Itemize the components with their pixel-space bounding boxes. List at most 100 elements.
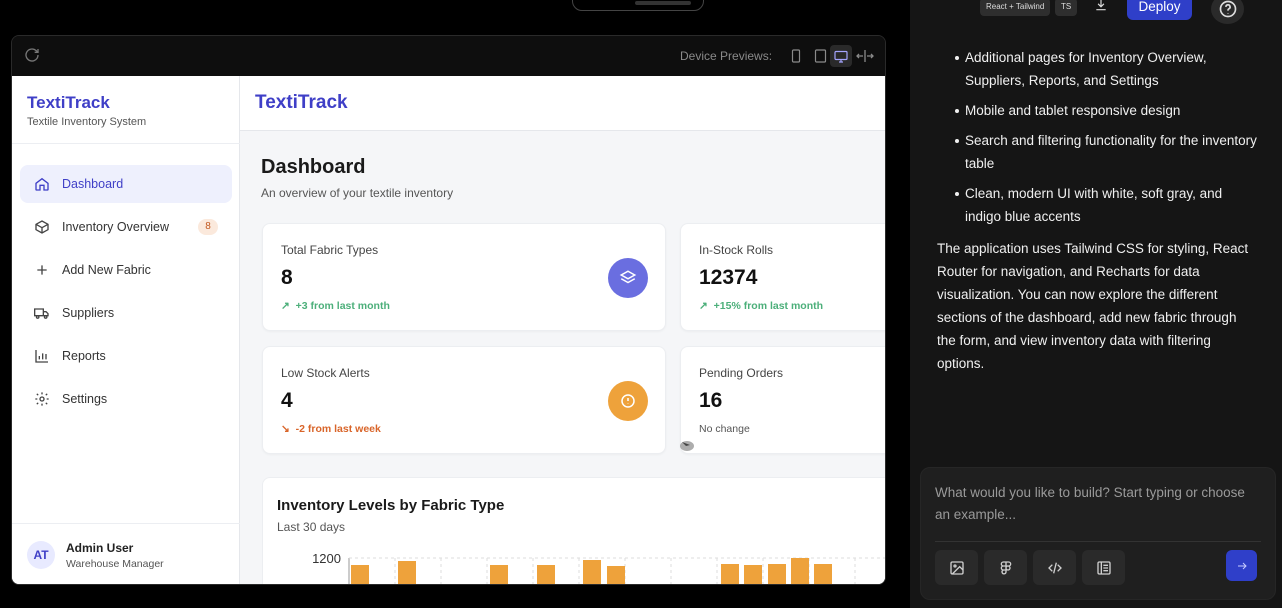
top-bar (0, 0, 910, 14)
main-content: TextiTrack Dashboard An overview of your… (240, 76, 885, 584)
trend-up-icon: ↗ (281, 300, 296, 312)
prompt-composer: What would you like to build? Start typi… (920, 467, 1276, 600)
chart-bar (583, 560, 601, 584)
tablet-icon (814, 49, 826, 63)
chart-bar (791, 558, 809, 584)
card-value: 8 (281, 266, 293, 289)
top-center-pill[interactable] (572, 0, 704, 11)
arrows-horizontal-icon (856, 50, 874, 62)
y-tick-label: 1200 (312, 551, 341, 566)
app-preview: TextiTrack Textile Inventory System Dash… (12, 76, 885, 584)
card-trend: ↗ +15% from last month (699, 300, 824, 312)
app-root: Device Previews: TextiTrack Textile Inve… (0, 0, 1282, 608)
sidebar-item-reports[interactable]: Reports (20, 337, 232, 375)
layout-icon (1096, 560, 1111, 575)
sidebar-brand-subtitle: Textile Inventory System (27, 116, 147, 128)
expand-width-button[interactable] (854, 45, 876, 67)
home-icon (35, 177, 49, 191)
stat-card-low-stock-alerts[interactable]: Low Stock Alerts 4 ↘ -2 from last week (262, 346, 666, 454)
preview-toolbar: Device Previews: (12, 36, 885, 76)
list-item: Clean, modern UI with white, soft gray, … (937, 182, 1257, 228)
truck-icon (34, 308, 49, 319)
page-subtitle: An overview of your textile inventory (261, 186, 454, 200)
sidebar-item-inventory-overview[interactable]: Inventory Overview 8 (20, 208, 232, 246)
chart-bar (398, 561, 416, 584)
sidebar-item-label: Dashboard (62, 177, 124, 191)
sidebar: TextiTrack Textile Inventory System Dash… (12, 76, 240, 584)
list-item: Search and filtering functionality for t… (937, 129, 1257, 175)
sidebar-item-add-new-fabric[interactable]: Add New Fabric (20, 251, 232, 289)
send-button[interactable] (1226, 550, 1257, 581)
header-brand[interactable]: TextiTrack (255, 92, 348, 114)
card-value: 12374 (699, 266, 758, 289)
prompt-input[interactable]: What would you like to build? Start typi… (935, 482, 1245, 526)
user-name: Admin User (66, 541, 134, 555)
language-chip[interactable]: TS (1055, 0, 1078, 16)
code-icon (1047, 562, 1062, 573)
avatar[interactable]: AT (27, 541, 55, 569)
chart-bar (490, 565, 508, 584)
inventory-bar-chart: 1200 (312, 551, 885, 584)
box-icon (35, 220, 49, 234)
gear-icon (35, 392, 49, 406)
page-title: Dashboard (261, 156, 366, 178)
chart-bar (351, 565, 369, 584)
chart-bar (744, 565, 762, 584)
help-icon[interactable] (1211, 0, 1244, 24)
chart-bar (814, 564, 832, 584)
sidebar-brand[interactable]: TextiTrack (27, 93, 110, 113)
figma-import-button[interactable] (984, 550, 1027, 585)
user-role: Warehouse Manager (66, 558, 164, 570)
image-upload-button[interactable] (935, 550, 978, 585)
summary-paragraph: The application uses Tailwind CSS for st… (937, 241, 1249, 371)
inventory-chart-card: Inventory Levels by Fabric Type Last 30 … (262, 477, 885, 584)
feature-list: Additional pages for Inventory Overview,… (937, 46, 1257, 228)
desktop-preview-button[interactable] (830, 45, 852, 67)
sidebar-item-settings[interactable]: Settings (20, 380, 232, 418)
arrow-right-icon (1237, 562, 1247, 569)
card-title: Pending Orders (699, 366, 784, 380)
right-top-bar: React + Tailwind TS Deploy (910, 0, 1282, 24)
sidebar-item-suppliers[interactable]: Suppliers (20, 294, 232, 332)
list-item: Additional pages for Inventory Overview,… (937, 46, 1257, 92)
inventory-count-badge: 8 (198, 219, 218, 235)
image-icon (949, 560, 964, 575)
card-value: 16 (699, 389, 723, 412)
code-button[interactable] (1033, 550, 1076, 585)
monitor-icon (834, 50, 848, 63)
deploy-button[interactable]: Deploy (1127, 0, 1192, 20)
chat-message: Additional pages for Inventory Overview,… (937, 46, 1257, 375)
sidebar-item-label: Settings (62, 392, 108, 406)
download-icon[interactable] (1094, 0, 1108, 17)
phone-icon (791, 49, 801, 63)
main-header: TextiTrack (240, 76, 885, 131)
tablet-preview-button[interactable] (809, 45, 831, 67)
card-value: 4 (281, 389, 293, 412)
stat-card-in-stock-rolls[interactable]: In-Stock Rolls 12374 ↗ +15% from last mo… (680, 223, 885, 331)
layers-icon (608, 258, 648, 298)
chart-bar (768, 564, 786, 584)
preview-window: Device Previews: TextiTrack Textile Inve… (11, 35, 886, 585)
trend-up-icon: ↗ (699, 300, 714, 312)
card-title: Low Stock Alerts (281, 366, 370, 380)
sidebar-item-dashboard[interactable]: Dashboard (20, 165, 232, 203)
sidebar-item-label: Inventory Overview (62, 220, 169, 234)
trend-down-icon: ↘ (281, 423, 296, 435)
mobile-preview-button[interactable] (785, 45, 807, 67)
alert-circle-icon (608, 381, 648, 421)
sidebar-item-label: Reports (62, 349, 106, 363)
stat-card-total-fabric-types[interactable]: Total Fabric Types 8 ↗ +3 from last mont… (262, 223, 666, 331)
refresh-icon[interactable] (24, 47, 42, 65)
bar-chart-icon (35, 350, 48, 363)
framework-chip[interactable]: React + Tailwind (980, 0, 1051, 16)
figma-icon (1000, 560, 1011, 575)
chart-bar (537, 565, 555, 584)
chart-bar (607, 566, 625, 584)
plus-icon (37, 265, 47, 275)
list-item: Mobile and tablet responsive design (937, 99, 1257, 122)
template-button[interactable] (1082, 550, 1125, 585)
card-trend: No change (699, 423, 750, 435)
device-previews-label: Device Previews: (680, 49, 773, 63)
chart-bar (721, 564, 739, 584)
stat-card-pending-orders[interactable]: Pending Orders 16 No change (680, 346, 885, 454)
